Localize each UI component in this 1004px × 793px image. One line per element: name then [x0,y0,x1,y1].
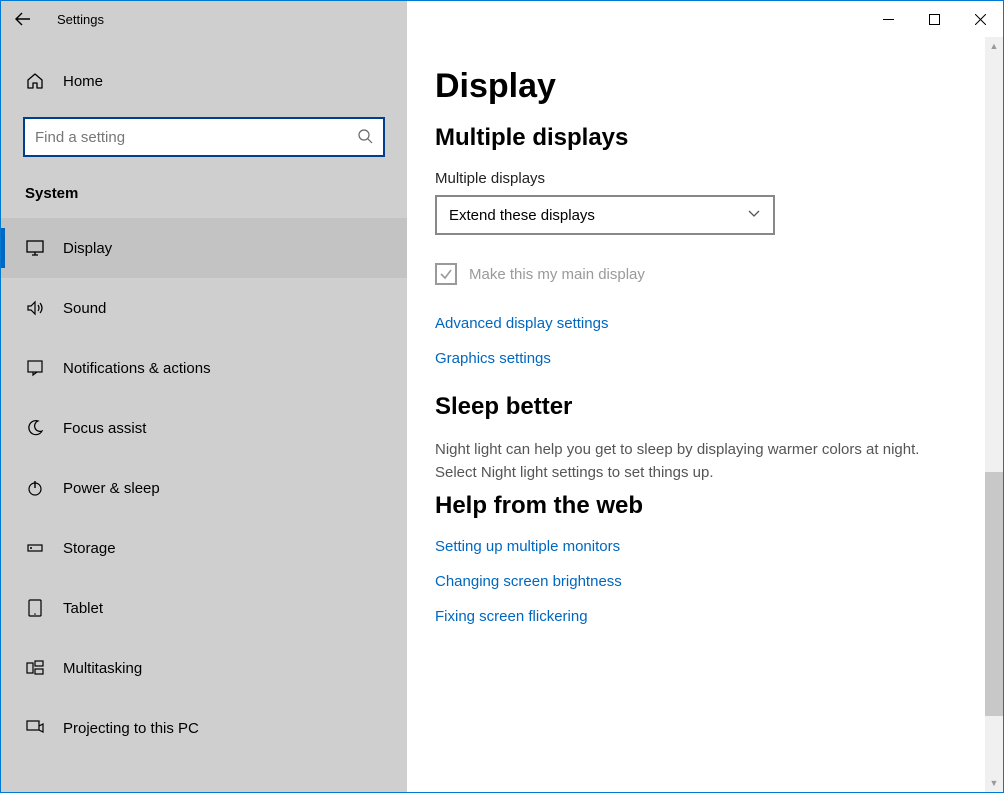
section-multiple-displays-heading: Multiple displays [435,124,955,152]
minimize-button[interactable] [865,3,911,35]
link-advanced-display-settings[interactable]: Advanced display settings [435,315,608,332]
link-graphics-settings[interactable]: Graphics settings [435,350,551,367]
sidebar-item-projecting[interactable]: Projecting to this PC [1,698,407,758]
power-icon [25,478,45,498]
sidebar-item-label: Sound [63,300,106,317]
sidebar-item-label: Focus assist [63,420,146,437]
chevron-down-icon [747,206,761,224]
sidebar-item-label: Notifications & actions [63,360,211,377]
window-controls [407,1,1003,37]
search-container [23,117,385,157]
tablet-icon [25,598,45,618]
home-icon [25,71,45,91]
main-display-checkbox-row: Make this my main display [435,263,955,285]
sidebar-item-focus-assist[interactable]: Focus assist [1,398,407,458]
sidebar-item-notifications[interactable]: Notifications & actions [1,338,407,398]
link-help-flickering[interactable]: Fixing screen flickering [435,608,588,625]
search-icon [357,128,373,147]
multiple-displays-label: Multiple displays [435,170,955,187]
search-input[interactable] [35,129,357,146]
sidebar-item-label: Tablet [63,600,103,617]
sidebar-nav-list: Display Sound Notifications & actions Fo… [1,218,407,758]
search-box[interactable] [23,117,385,157]
title-bar: Settings [1,1,1003,37]
link-help-brightness[interactable]: Changing screen brightness [435,573,622,590]
app-title: Settings [45,12,104,27]
sidebar-item-label: Projecting to this PC [63,720,199,737]
link-help-multiple-monitors[interactable]: Setting up multiple monitors [435,538,620,555]
scroll-thumb[interactable] [985,472,1003,716]
sidebar-category: System [1,157,407,218]
main-display-checkbox-label: Make this my main display [469,266,645,283]
project-icon [25,718,45,738]
back-button[interactable] [1,1,45,37]
sidebar-home-label: Home [63,73,103,90]
sidebar-item-label: Display [63,240,112,257]
sidebar-item-sound[interactable]: Sound [1,278,407,338]
multitasking-icon [25,658,45,678]
scroll-up-arrow-icon[interactable]: ▲ [985,37,1003,55]
scroll-track[interactable] [985,55,1003,774]
multiple-displays-dropdown[interactable]: Extend these displays [435,195,775,235]
sidebar-item-multitasking[interactable]: Multitasking [1,638,407,698]
main-display-checkbox [435,263,457,285]
title-bar-left: Settings [1,1,407,37]
vertical-scrollbar[interactable]: ▲ ▼ [985,37,1003,792]
minimize-icon [883,14,894,25]
checkmark-icon [439,267,453,281]
sidebar-item-label: Storage [63,540,116,557]
maximize-icon [929,14,940,25]
main-scroll-area: Display Multiple displays Multiple displ… [407,37,985,792]
page-title: Display [435,67,955,106]
back-arrow-icon [15,11,31,27]
moon-icon [25,418,45,438]
sidebar-item-tablet[interactable]: Tablet [1,578,407,638]
sidebar-home[interactable]: Home [1,57,407,105]
content-area: Home System Display Sound Notificat [1,37,1003,792]
sleep-better-body: Night light can help you get to sleep by… [435,439,955,484]
sidebar-item-label: Power & sleep [63,480,160,497]
sidebar-item-display[interactable]: Display [1,218,407,278]
scroll-down-arrow-icon[interactable]: ▼ [985,774,1003,792]
close-icon [975,14,986,25]
storage-icon [25,538,45,558]
sidebar: Home System Display Sound Notificat [1,37,407,792]
sidebar-item-label: Multitasking [63,660,142,677]
dropdown-value: Extend these displays [449,207,595,224]
close-button[interactable] [957,3,1003,35]
notifications-icon [25,358,45,378]
section-help-heading: Help from the web [435,492,955,520]
sidebar-item-storage[interactable]: Storage [1,518,407,578]
maximize-button[interactable] [911,3,957,35]
speaker-icon [25,298,45,318]
sidebar-item-power-sleep[interactable]: Power & sleep [1,458,407,518]
main-panel: Display Multiple displays Multiple displ… [407,37,1003,792]
section-sleep-better-heading: Sleep better [435,393,955,421]
monitor-icon [25,238,45,258]
